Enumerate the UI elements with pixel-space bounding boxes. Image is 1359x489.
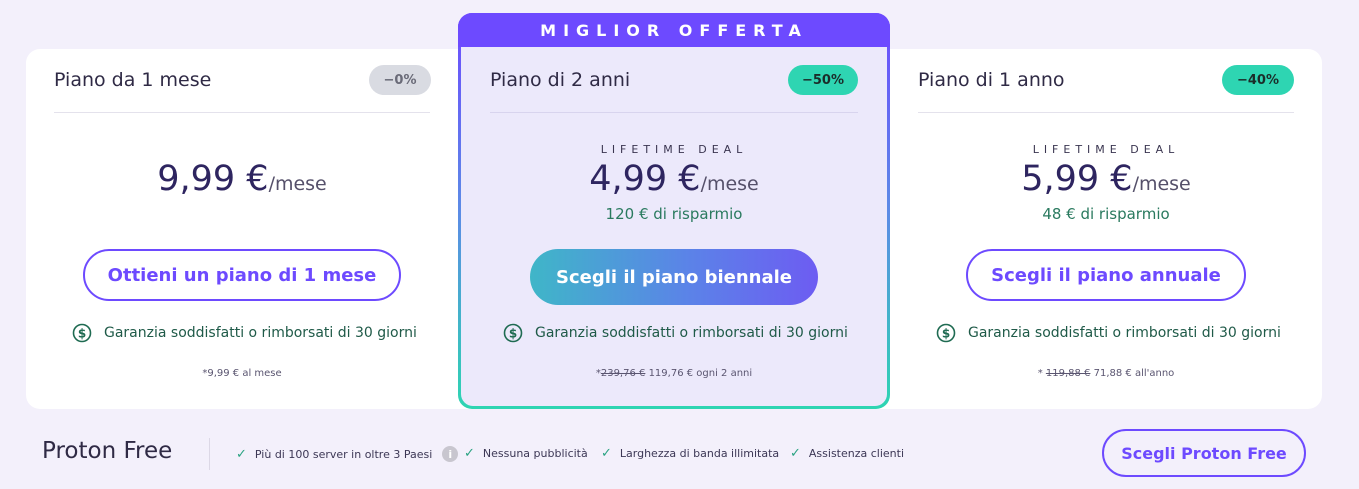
get-1-month-plan-button[interactable]: Ottieni un piano di 1 mese: [83, 249, 401, 301]
footnote: * 119,88 € 71,88 € all'anno: [890, 368, 1322, 379]
feature-text: Nessuna pubblicità: [482, 447, 588, 460]
check-icon: ✓: [601, 446, 612, 461]
lifetime-deal-label: LIFETIME DEAL: [600, 143, 748, 156]
guarantee-text: Garanzia soddisfatti o rimborsati di 30 …: [104, 325, 417, 341]
svg-text:$: $: [78, 327, 86, 341]
guarantee: $ Garanzia soddisfatti o rimborsati di 3…: [503, 323, 848, 343]
info-icon[interactable]: i: [442, 446, 459, 462]
price: 9,99 €/mese: [26, 159, 458, 199]
guarantee-text: Garanzia soddisfatti o rimborsati di 30 …: [535, 325, 848, 341]
price-amount: 5,99 €: [1021, 159, 1133, 199]
lifetime-deal-label: LIFETIME DEAL: [1032, 143, 1180, 156]
savings: 48 € di risparmio: [1042, 205, 1170, 223]
price: 5,99 €/mese: [890, 159, 1322, 199]
proton-free-title: Proton Free: [42, 438, 173, 464]
choose-proton-free-button[interactable]: Scegli Proton Free: [1102, 429, 1306, 477]
plan-title: Piano da 1 mese: [54, 69, 212, 91]
savings: 120 € di risparmio: [605, 205, 743, 223]
separator: [209, 438, 210, 470]
svg-text:$: $: [942, 327, 950, 341]
price-amount: 9,99 €: [157, 159, 269, 199]
old-price: 239,76 €: [600, 368, 646, 379]
price-unit: /mese: [268, 173, 327, 195]
plan-1-month: Piano da 1 mese −0% 9,99 €/mese Ottieni …: [26, 49, 458, 409]
footnote: *9,99 € al mese: [202, 368, 282, 379]
check-icon: ✓: [790, 446, 801, 461]
price-unit: /mese: [700, 173, 759, 195]
footnote-prefix: *: [1037, 368, 1046, 379]
dollar-circle-icon: $: [72, 323, 92, 343]
footnote-text: 119,76 € ogni 2 anni: [648, 368, 753, 379]
feature-text: Più di 100 server in oltre 3 Paesi: [254, 447, 433, 461]
plan-1-year: Piano di 1 anno −40% LIFETIME DEAL 5,99 …: [890, 49, 1322, 409]
price-unit: /mese: [1132, 173, 1191, 195]
divider: [54, 112, 430, 113]
guarantee: $ Garanzia soddisfatti o rimborsati di 3…: [72, 323, 417, 343]
price: 4,99 €/mese: [461, 159, 887, 199]
feature-support: ✓ Assistenza clienti: [790, 446, 904, 461]
guarantee-text: Garanzia soddisfatti o rimborsati di 30 …: [968, 325, 1281, 341]
old-price: 119,88 €: [1045, 368, 1091, 379]
plan-title: Piano di 1 anno: [918, 69, 1065, 91]
feature-text: Larghezza di banda illimitata: [619, 447, 780, 460]
choose-biennial-plan-button[interactable]: Scegli il piano biennale: [530, 249, 818, 305]
check-icon: ✓: [464, 446, 475, 461]
dollar-circle-icon: $: [936, 323, 956, 343]
discount-badge: −0%: [369, 65, 431, 95]
feature-no-ads: ✓ Nessuna pubblicità: [464, 446, 588, 461]
discount-badge: −50%: [788, 65, 858, 95]
feature-bandwidth: ✓ Larghezza di banda illimitata: [601, 446, 779, 461]
footnote-text: 71,88 € all'anno: [1093, 368, 1175, 379]
plan-title: Piano di 2 anni: [490, 69, 631, 91]
footnote: *239,76 € 119,76 € ogni 2 anni: [461, 368, 887, 379]
divider: [918, 112, 1294, 113]
feature-servers: ✓ Più di 100 server in oltre 3 Paesi i: [236, 446, 459, 462]
guarantee: $ Garanzia soddisfatti o rimborsati di 3…: [936, 323, 1281, 343]
choose-annual-plan-button[interactable]: Scegli il piano annuale: [966, 249, 1246, 301]
price-amount: 4,99 €: [589, 159, 701, 199]
check-icon: ✓: [236, 446, 247, 462]
divider: [490, 112, 858, 113]
plan-2-years: Piano di 2 anni −50% LIFETIME DEAL 4,99 …: [461, 49, 887, 407]
dollar-circle-icon: $: [503, 323, 523, 343]
best-offer-banner: MIGLIOR OFFERTA: [458, 13, 890, 47]
discount-badge: −40%: [1222, 65, 1294, 95]
feature-text: Assistenza clienti: [808, 447, 905, 460]
svg-text:$: $: [509, 327, 517, 341]
